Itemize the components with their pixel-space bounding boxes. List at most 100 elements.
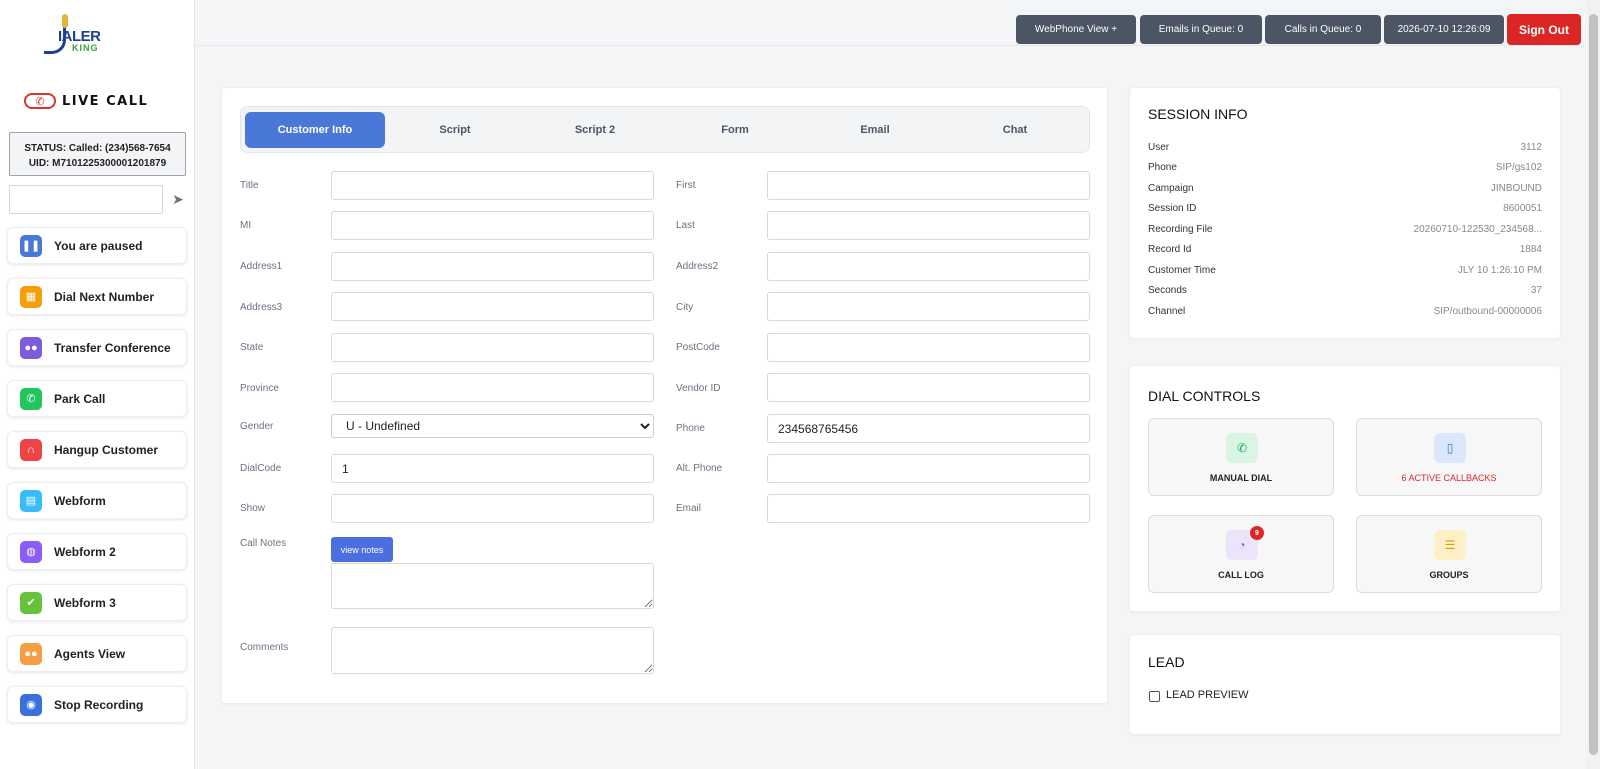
session-value: SIP/gs102 (1495, 162, 1542, 173)
first-label: First (676, 180, 696, 191)
session-key: Session ID (1148, 203, 1197, 214)
title-field[interactable] (331, 171, 654, 200)
phone-ring-icon: ✆ (24, 93, 56, 109)
session-row: User 3112 (1148, 142, 1542, 156)
webphone-view-button[interactable]: WebPhone View + (1016, 15, 1136, 44)
users-icon: ●● (20, 336, 42, 359)
phone-label: Phone (676, 423, 705, 434)
dialcode-label: DialCode (240, 463, 282, 474)
state-label: State (240, 342, 264, 353)
groups-tile[interactable]: ☰ GROUPS (1356, 515, 1542, 593)
show-field[interactable] (331, 494, 654, 523)
tab-script-2[interactable]: Script 2 (525, 112, 665, 148)
call-log-tile[interactable]: ◔ 9 CALL LOG (1148, 515, 1334, 593)
call-notes-label: Call Notes (240, 538, 287, 549)
address3-field[interactable] (331, 292, 654, 321)
session-value: 20260710-122530_234568... (1413, 224, 1542, 235)
session-value: 37 (1530, 285, 1542, 296)
call-status-box: STATUS: Called: (234)568-7654 UID: M7101… (9, 132, 186, 176)
session-key: Customer Time (1148, 265, 1216, 276)
lead-preview-checkbox[interactable] (1149, 691, 1160, 702)
message-row: ➤ (9, 185, 186, 214)
phone-icon: ✆ (1226, 433, 1258, 463)
session-key: Campaign (1148, 183, 1194, 194)
gender-select[interactable]: U - Undefined (331, 414, 654, 438)
sidebar-item-hangup[interactable]: ∩ Hangup Customer (7, 431, 187, 468)
sidebar-item-pause[interactable]: ❚❚ You are paused (7, 227, 187, 264)
emails-queue-badge[interactable]: Emails in Queue: 0 (1140, 15, 1262, 44)
tab-customer-info[interactable]: Customer Info (245, 111, 385, 148)
session-row: Customer Time JLY 10 1:26:10 PM (1148, 265, 1542, 279)
session-key: Record Id (1148, 244, 1192, 255)
globe-icon: ◍ (20, 540, 42, 563)
city-field[interactable] (767, 292, 1090, 321)
phone-icon: ✆ (20, 387, 42, 410)
lead-panel: LEAD LEAD PREVIEW (1129, 634, 1561, 735)
session-key: User (1148, 142, 1170, 153)
sidebar-item-label: Webform (54, 493, 106, 508)
sign-out-button[interactable]: Sign Out (1507, 14, 1581, 45)
users-icon: ●● (20, 642, 42, 665)
session-key: Seconds (1148, 285, 1187, 296)
alt-phone-label: Alt. Phone (676, 463, 723, 474)
sidebar-item-label: Transfer Conference (54, 340, 171, 355)
live-call-label: LIVE CALL (62, 93, 149, 109)
sidebar-item-transfer-conference[interactable]: ●● Transfer Conference (7, 329, 187, 366)
tab-script[interactable]: Script (385, 112, 525, 148)
tab-form[interactable]: Form (665, 112, 805, 148)
province-field[interactable] (331, 373, 654, 402)
sidebar-item-park-call[interactable]: ✆ Park Call (7, 380, 187, 417)
address2-field[interactable] (767, 252, 1090, 281)
view-notes-button[interactable]: view notes (331, 537, 393, 562)
manual-dial-tile[interactable]: ✆ MANUAL DIAL (1148, 418, 1334, 496)
session-key: Phone (1148, 162, 1177, 173)
address1-field[interactable] (331, 252, 654, 281)
sidebar-item-webform-3[interactable]: ✔ Webform 3 (7, 584, 187, 621)
postcode-field[interactable] (767, 333, 1090, 362)
address1-label: Address1 (240, 261, 283, 272)
sidebar: IALER KING ✆ LIVE CALL STATUS: Called: (… (0, 0, 195, 769)
sidebar-item-webform[interactable]: ▤ Webform (7, 482, 187, 519)
tab-email[interactable]: Email (805, 112, 945, 148)
lead-title: LEAD (1148, 654, 1185, 670)
alt-phone-field[interactable] (767, 454, 1090, 483)
vendor-id-field[interactable] (767, 373, 1090, 402)
page-scrollbar[interactable] (1587, 0, 1600, 769)
message-input[interactable] (9, 185, 163, 214)
session-row: Session ID 8600051 (1148, 203, 1542, 217)
groups-label: GROUPS (1429, 570, 1469, 580)
sidebar-item-agents-view[interactable]: ●● Agents View (7, 635, 187, 672)
session-info-panel: SESSION INFO User 3112 Phone SIP/gs102 Cam… (1129, 87, 1561, 339)
dialcode-field[interactable] (331, 454, 654, 483)
state-field[interactable] (331, 333, 654, 362)
last-field[interactable] (767, 211, 1090, 240)
mi-label: MI (240, 220, 252, 231)
vendor-id-label: Vendor ID (676, 383, 721, 394)
session-key: Channel (1148, 306, 1186, 317)
sidebar-item-label: Agents View (54, 646, 126, 661)
manual-dial-label: MANUAL DIAL (1209, 473, 1273, 483)
mi-field[interactable] (331, 211, 654, 240)
comments-textarea[interactable] (331, 627, 654, 674)
mobile-icon: ▯ (1434, 433, 1466, 463)
first-field[interactable] (767, 171, 1090, 200)
sidebar-item-webform-2[interactable]: ◍ Webform 2 (7, 533, 187, 570)
call-notes-textarea[interactable] (331, 563, 654, 609)
send-icon[interactable]: ➤ (170, 191, 186, 207)
live-call-indicator: ✆ LIVE CALL (24, 90, 174, 112)
calls-queue-badge[interactable]: Calls in Queue: 0 (1265, 15, 1381, 44)
sidebar-item-label: Webform 2 (54, 544, 116, 559)
email-field[interactable] (767, 494, 1090, 523)
callbacks-tile[interactable]: ▯ 6 ACTIVE CALLBACKS (1356, 418, 1542, 496)
sidebar-item-stop-recording[interactable]: ◉ Stop Recording (7, 686, 187, 723)
lead-preview-label: LEAD PREVIEW (1166, 689, 1249, 701)
session-row: Campaign JINBOUND (1148, 183, 1542, 197)
customer-form-card: Customer Info Script Script 2 Form Email… (221, 87, 1108, 704)
phone-field[interactable] (767, 414, 1090, 443)
list-icon: ☰ (1434, 530, 1466, 560)
scrollbar-thumb[interactable] (1589, 14, 1598, 755)
sidebar-item-dial-next[interactable]: ▦ Dial Next Number (7, 278, 187, 315)
sidebar-item-label: Hangup Customer (54, 442, 159, 457)
callbacks-label: 6 ACTIVE CALLBACKS (1401, 473, 1497, 483)
tab-chat[interactable]: Chat (945, 112, 1085, 148)
